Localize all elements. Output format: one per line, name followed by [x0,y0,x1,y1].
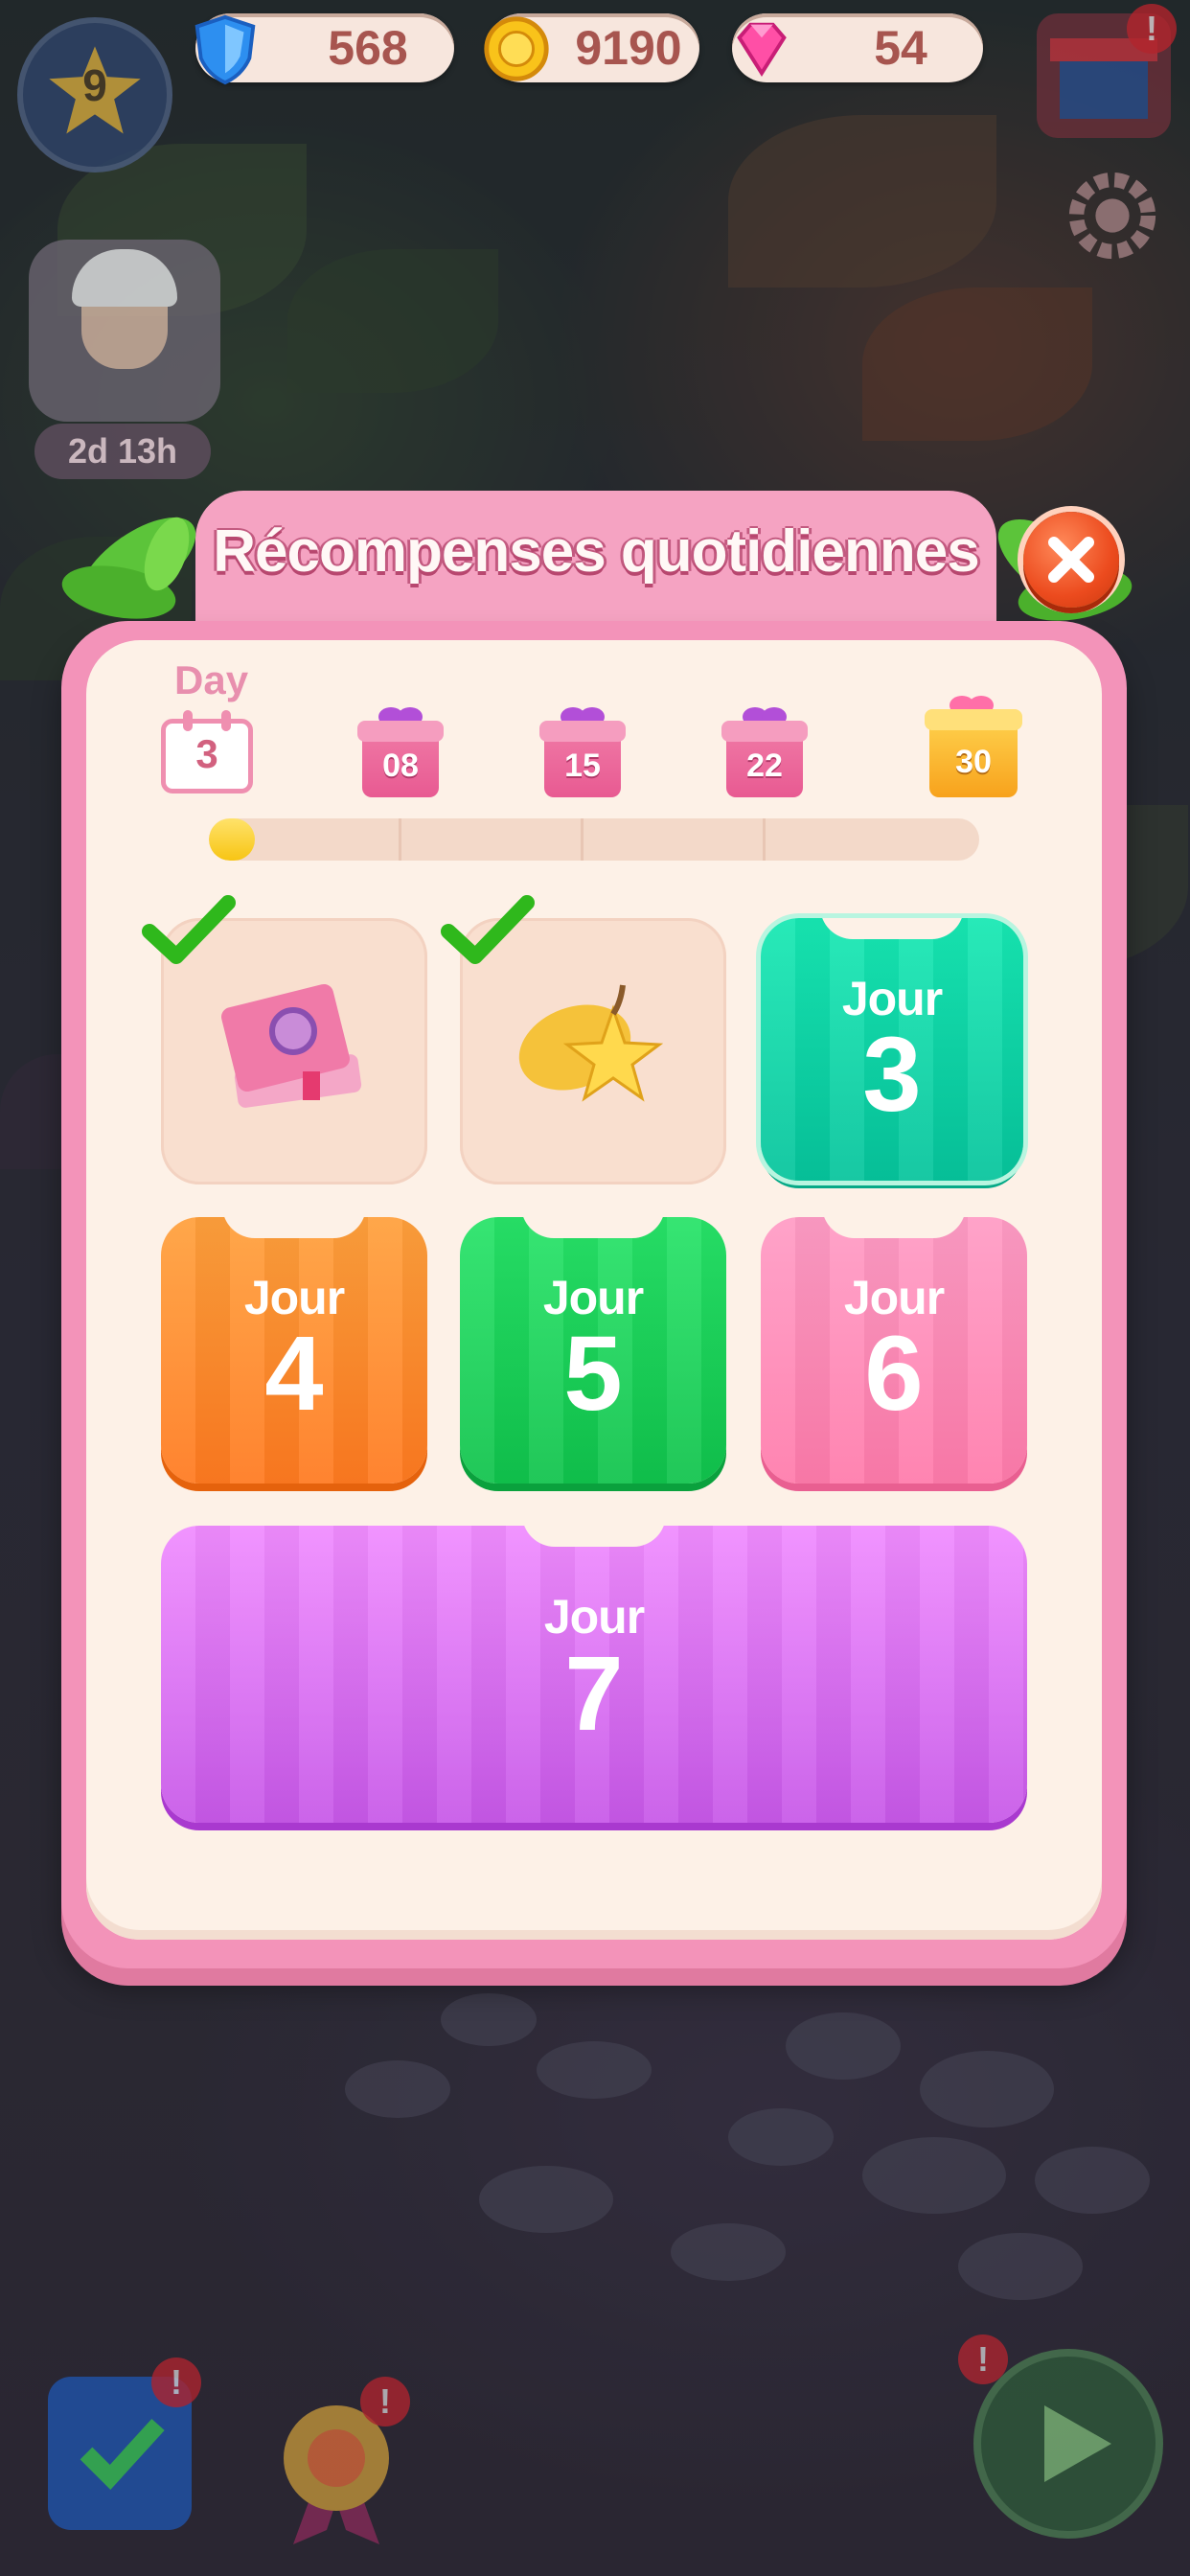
card-day-number: 5 [563,1315,623,1433]
tasks-alert-badge: ! [151,2358,201,2407]
day-5-card[interactable]: Jour 5 [460,1217,726,1484]
milestone-gift-22[interactable]: 22 [721,705,808,797]
close-icon [1048,537,1094,583]
milestone-day: 30 [955,744,992,780]
achievements-alert-badge: ! [360,2377,410,2426]
gem-icon [737,22,787,78]
shield-counter[interactable]: 568 [195,13,454,85]
milestone-gift-30[interactable]: 30 [925,694,1022,797]
shop-alert-badge: ! [1127,4,1177,54]
day-label: Day [174,657,249,702]
leaf-decoration-icon [61,517,196,619]
achievements-button[interactable]: ! [255,2377,418,2549]
coin-count: 9190 [575,21,682,75]
card-day-number: 6 [864,1315,924,1433]
milestone-day: 22 [746,748,783,784]
shield-icon [195,14,256,85]
milestone-gift-15[interactable]: 15 [539,705,626,797]
progress-bar [209,818,979,861]
current-day-number: 3 [195,731,218,776]
day-3-card[interactable]: Jour 3 [761,918,1023,1181]
current-day-calendar: 3 [161,710,253,794]
day-6-card[interactable]: Jour 6 [761,1217,1027,1484]
play-button[interactable]: ! [958,2334,1169,2540]
day-7-card[interactable]: Jour 7 [161,1526,1027,1823]
checkmark-icon [142,895,236,964]
card-day-number: 3 [862,1016,922,1134]
shield-count: 568 [328,21,408,75]
progress-fill [209,818,256,861]
player-level-badge[interactable]: 9 [17,17,172,172]
event-timer: 2d 13h [34,424,211,479]
character-event-avatar[interactable] [29,240,220,422]
card-day-number: 4 [264,1315,324,1433]
shop-button[interactable]: ! [1037,4,1177,138]
character-hair [72,249,177,307]
card-day-number: 7 [564,1635,624,1753]
gem-counter[interactable]: 54 [732,13,983,82]
calendar-ring [221,710,231,731]
calendar-ring [183,710,193,731]
play-alert-badge: ! [958,2334,1008,2384]
tasks-button[interactable]: ! [29,2358,211,2540]
level-number: 9 [82,60,107,110]
day-4-card[interactable]: Jour 4 [161,1217,427,1484]
coin-icon [484,16,549,81]
gem-count: 54 [874,21,927,75]
coin-counter[interactable]: 9190 [484,13,699,82]
close-button[interactable] [1023,512,1119,608]
dialog-title: Récompenses quotidiennes [213,518,979,585]
milestone-day: 08 [382,748,419,784]
checkmark-icon [441,895,535,964]
settings-gear-icon[interactable] [1060,163,1165,268]
milestone-gift-08[interactable]: 08 [357,705,444,797]
milestone-day: 15 [564,748,601,784]
